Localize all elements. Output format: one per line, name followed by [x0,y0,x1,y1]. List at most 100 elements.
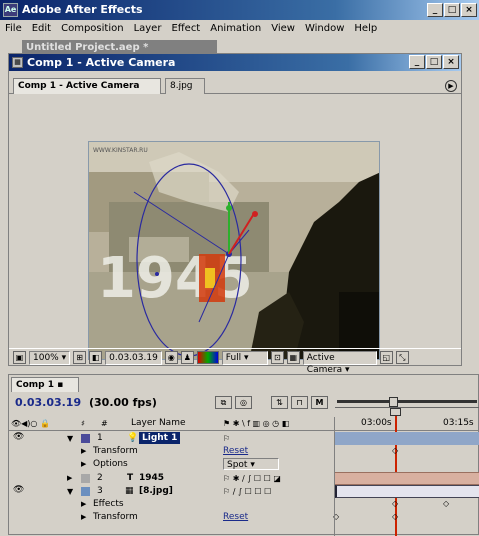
timeline-current-time[interactable]: 0.03.03.19 [15,396,81,409]
pane-divider[interactable] [334,417,335,536]
layer-switches-icons[interactable]: ⚐ ✱ ∕ ∫ ☐ ☐ ◪ [223,472,281,485]
current-time-field[interactable]: 0.03.03.19 [105,350,162,365]
zoom-value: 100% [33,352,59,363]
layer-row-3[interactable]: 👁 ▼ 3 ▦ [8.jpg] ⚐ ∕ ∫ ☐ ☐ ☐ [9,485,335,498]
camera-snapshot-icon[interactable]: ◉ [164,351,178,364]
motion-blur-icon[interactable]: ◎ [235,396,252,409]
always-preview-icon[interactable]: ▣ [13,351,26,364]
number-column-icon: # [101,419,108,428]
footage-frame: 1945 WWW.KINSTAR.RU [88,141,380,360]
property-effects[interactable]: ▶ Effects [9,498,335,511]
cti-head[interactable] [390,408,401,416]
keyframe-icon[interactable]: ◇ [392,446,398,455]
keyframe-icon[interactable]: ◇ [443,499,449,508]
layer-number: 3 [97,486,103,496]
view-layout-icon[interactable]: ◱ [379,351,393,364]
menu-help[interactable]: Help [349,20,382,37]
tab-comp-1-active-camera[interactable]: Comp 1 - Active Camera [13,78,161,94]
transform-reset-link[interactable]: Reset [223,511,248,524]
channel-color-icon[interactable] [196,351,219,364]
comp-window-title: Comp 1 - Active Camera [27,56,176,69]
layer-name[interactable]: [8.jpg] [139,485,173,498]
composition-window: Comp 1 - Active Camera ▦ _ □ × Comp 1 - … [8,53,462,375]
switches-header-icons: ⚑ ✱ \ f ▥ ◎ ◷ ◧ [223,419,290,428]
layer-2-bar[interactable] [335,472,479,485]
camera-view-dropdown[interactable]: Active Camera ▾ [302,350,377,375]
zoom-dropdown[interactable]: 100% ▾ [29,350,71,365]
region-of-interest-icon[interactable]: ⊡ [270,351,284,364]
property-label: Options [93,459,128,469]
panel-menu-arrow-icon[interactable]: ▶ [445,80,457,92]
snapshot-icon[interactable]: ◧ [89,351,103,364]
layer-name[interactable]: 1945 [139,472,164,485]
menu-layer[interactable]: Layer [129,20,167,37]
layer-3-bar[interactable] [335,485,479,498]
comp-minimize-button[interactable]: _ [409,55,425,69]
layer-number: 1 [97,433,103,443]
layer-1-bar[interactable] [335,432,479,445]
keyframe-icon[interactable]: ◇ [392,512,398,521]
camera-view-value: Active Camera [306,352,343,375]
layer-row-1[interactable]: 👁 ▼ 1 💡 Light 1 ⚐ [9,432,335,445]
time-navigator[interactable] [335,395,479,408]
app-title-bar: Adobe After Effects [0,0,479,20]
work-area-handle[interactable] [389,397,398,407]
expand-arrow-icon[interactable]: ▶ [81,511,86,524]
maximize-button[interactable]: □ [444,3,460,17]
shy-switch-icon[interactable]: ⚐ [223,432,230,445]
light-type-dropdown[interactable]: Spot ▾ [223,458,279,470]
menu-file[interactable]: File [0,20,27,37]
frame-blending-icon[interactable]: ⊓ [291,396,308,409]
safe-zones-icon[interactable]: ⊞ [73,351,87,364]
expand-arrow-icon[interactable]: ▶ [81,498,86,511]
time-ruler[interactable]: 03:00s 03:15s [335,411,479,431]
project-window-label: Untitled Project.aep * [26,42,149,53]
expand-arrow-icon[interactable]: ▼ [67,485,73,498]
comp-marker-icon[interactable]: ⧉ [215,396,232,409]
menu-window[interactable]: Window [300,20,349,37]
property-transform-3[interactable]: ▶ Transform Reset [9,511,335,524]
menu-effect[interactable]: Effect [166,20,205,37]
resolution-value: Full [225,352,242,363]
expand-arrow-icon[interactable]: ▶ [67,472,72,485]
keyframe-icon[interactable]: ◇ [392,499,398,508]
timeline-column-header: 👁◀)○ 🔒 ♯ # Layer Name ⚑ ✱ \ f ▥ ◎ ◷ ◧ [9,417,335,431]
comp-window-icon: ▦ [12,57,23,68]
fast-preview-icon[interactable]: ⤡ [395,351,409,364]
comp-viewer[interactable]: 1945 WWW.KINSTAR.RU [9,94,461,360]
comp-maximize-button[interactable]: □ [426,55,442,69]
close-button[interactable]: × [461,3,477,17]
tab-8-jpg[interactable]: 8.jpg [165,78,205,94]
menu-animation[interactable]: Animation [205,20,266,37]
transparency-grid-icon[interactable]: ▦ [286,351,300,364]
tab-timeline-comp-1[interactable]: Comp 1 ▪ [11,377,79,392]
menu-bar: File Edit Composition Layer Effect Anima… [0,20,479,37]
label-column-icon: ♯ [81,419,85,428]
expand-arrow-icon[interactable]: ▶ [81,445,86,458]
property-label: Transform [93,512,138,522]
transform-reset-link[interactable]: Reset [223,445,248,458]
enable-motion-blur-icon[interactable]: M [311,396,328,409]
menu-composition[interactable]: Composition [56,20,128,37]
layer-name-header[interactable]: Layer Name [131,417,186,430]
show-snapshot-icon[interactable]: ♟ [180,351,194,364]
draft-3d-icon[interactable]: ⇅ [271,396,288,409]
property-label: Transform [93,446,138,456]
property-options[interactable]: ▶ Options Spot ▾ [9,458,335,471]
expand-arrow-icon[interactable]: ▶ [81,458,86,471]
layer-switches-icons[interactable]: ⚐ ∕ ∫ ☐ ☐ ☐ [223,485,271,498]
expand-arrow-icon[interactable]: ▼ [67,432,73,445]
comp-close-button[interactable]: × [443,55,459,69]
layer-label-swatch[interactable] [81,434,90,443]
eye-icon[interactable]: 👁 [13,432,24,442]
layer-label-swatch[interactable] [81,487,90,496]
eye-icon[interactable]: 👁 [13,485,24,495]
minimize-button[interactable]: _ [427,3,443,17]
layer-name[interactable]: Light 1 [139,432,181,444]
property-transform[interactable]: ▶ Transform Reset [9,445,335,458]
layer-label-swatch[interactable] [81,474,90,483]
menu-edit[interactable]: Edit [27,20,56,37]
menu-view[interactable]: View [266,20,300,37]
layer-row-2[interactable]: ▶ 2 T 1945 ⚐ ✱ ∕ ∫ ☐ ☐ ◪ [9,472,335,485]
resolution-dropdown[interactable]: Full ▾ [221,350,268,365]
